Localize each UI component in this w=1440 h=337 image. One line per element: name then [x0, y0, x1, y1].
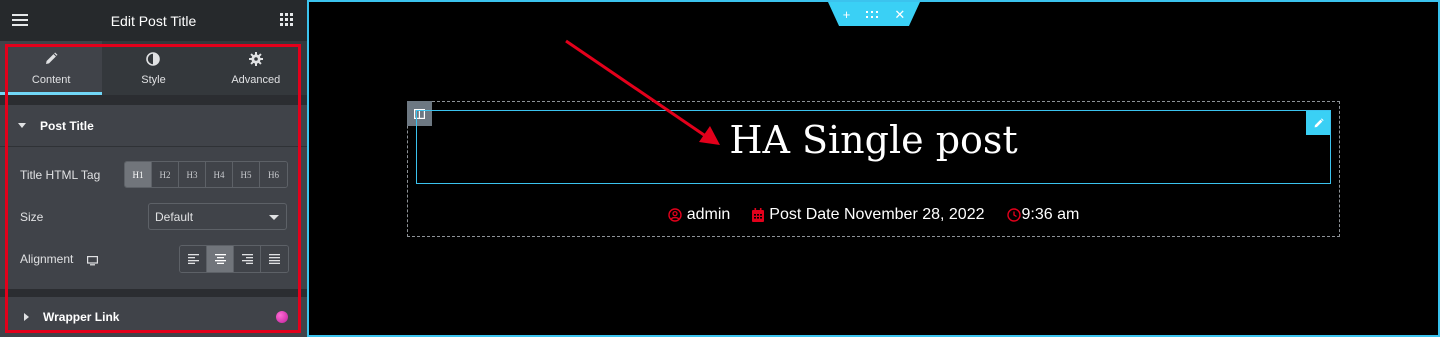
align-right-icon [241, 254, 253, 264]
widgets-grid-icon[interactable] [280, 13, 294, 27]
editor-panel: Edit Post Title Content Style Advanced P… [0, 0, 307, 337]
editor-root: Edit Post Title Content Style Advanced P… [0, 0, 1440, 337]
divider [0, 95, 307, 105]
user-circle-icon [667, 208, 682, 222]
meta-time: 9:36 am [1006, 206, 1080, 224]
calendar-icon [752, 208, 765, 222]
html-tag-h6-button[interactable]: H6 [260, 162, 287, 187]
panel-title: Edit Post Title [110, 12, 197, 29]
align-justify-button[interactable] [261, 246, 288, 272]
happy-addons-pro-icon [276, 311, 288, 323]
section-post-title-toggle[interactable]: Post Title [0, 105, 307, 147]
panel-tabs: Content Style Advanced [0, 41, 307, 95]
html-tag-h2-button[interactable]: H2 [152, 162, 179, 187]
meta-time-text: 9:36 am [1021, 206, 1080, 223]
section-wrapper-link-toggle[interactable]: Wrapper Link [0, 297, 307, 337]
post-meta: admin Post Date November 28, 2022 9:36 a… [416, 206, 1331, 224]
tab-advanced[interactable]: Advanced [205, 41, 307, 95]
align-justify-icon [269, 254, 280, 264]
html-tag-h5-button[interactable]: H5 [233, 162, 260, 187]
align-left-icon [187, 254, 199, 264]
tab-content[interactable]: Content [0, 41, 103, 95]
align-right-button[interactable] [234, 246, 261, 272]
caret-down-icon [18, 123, 26, 128]
meta-author: admin [667, 206, 731, 224]
alignment-label: Alignment [20, 252, 74, 266]
align-left-button[interactable] [180, 246, 207, 272]
delete-section-icon[interactable]: ✕ [894, 8, 905, 21]
size-label: Size [20, 210, 44, 224]
divider [0, 289, 307, 297]
html-tag-h3-button[interactable]: H3 [179, 162, 206, 187]
panel-header: Edit Post Title [0, 0, 307, 41]
desktop-monitor-icon[interactable] [87, 253, 99, 266]
tab-label: Advanced [231, 74, 281, 86]
align-center-icon [214, 254, 226, 264]
meta-author-text: admin [686, 206, 731, 223]
half-circle-icon [146, 50, 161, 68]
section-handle: + ✕ [828, 2, 920, 26]
section-title: Wrapper Link [43, 310, 120, 324]
menu-icon[interactable] [12, 14, 28, 26]
post-title-heading: HA Single post [729, 118, 1018, 162]
clock-icon [1006, 208, 1021, 222]
title-html-tag-label: Title HTML Tag [20, 168, 101, 182]
drag-handle-icon[interactable] [866, 8, 879, 21]
caret-right-icon [24, 313, 29, 321]
html-tag-h1-button[interactable]: H1 [125, 162, 152, 187]
title-html-tag-choices: H1 H2 H3 H4 H5 H6 [124, 161, 288, 188]
html-tag-h4-button[interactable]: H4 [206, 162, 233, 187]
size-select-value: Default [155, 209, 194, 224]
pencil-icon [44, 50, 58, 68]
size-select[interactable]: Default [148, 203, 287, 230]
meta-date: Post Date November 28, 2022 [752, 206, 985, 224]
add-section-icon[interactable]: + [843, 8, 851, 21]
chevron-down-icon [269, 215, 279, 220]
tab-label: Style [141, 74, 166, 86]
align-center-button[interactable] [207, 246, 234, 272]
gear-icon [248, 50, 263, 68]
tab-label: Content [31, 74, 71, 86]
section-title: Post Title [40, 118, 94, 133]
meta-date-text: Post Date November 28, 2022 [769, 206, 985, 223]
alignment-choices [179, 245, 289, 273]
tab-style[interactable]: Style [102, 41, 204, 95]
